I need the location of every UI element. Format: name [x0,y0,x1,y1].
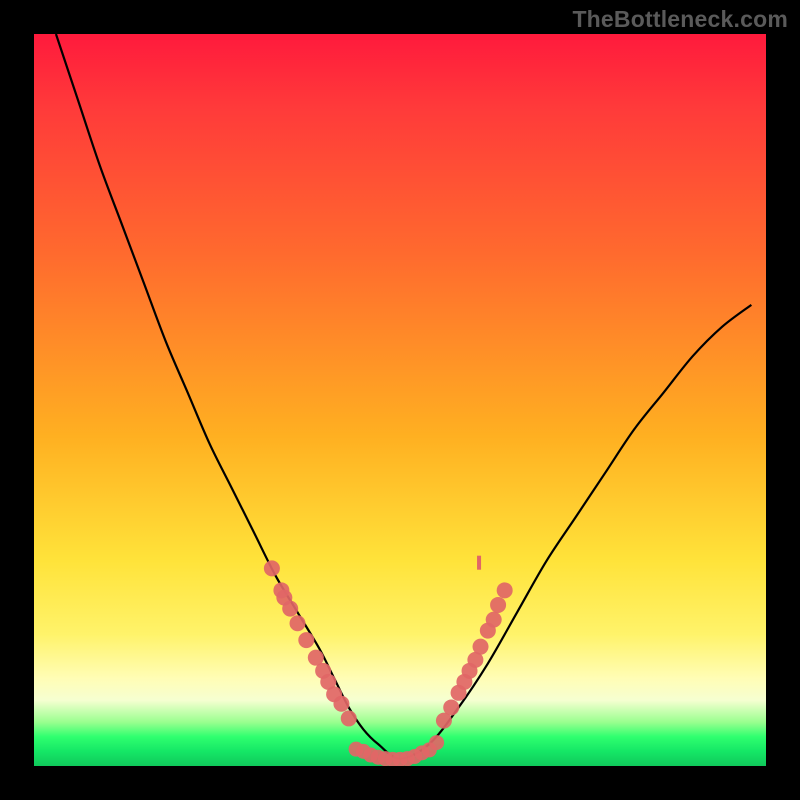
bottleneck-curve [56,34,751,759]
chart-frame: TheBottleneck.com [0,0,800,800]
chart-overlay [34,34,766,766]
data-dot [443,699,459,715]
data-dot [341,710,357,726]
dot-cluster-bottom [349,735,445,766]
dot-cluster-left [264,560,357,726]
data-dot [264,560,280,576]
data-dot [290,615,306,631]
data-dot [333,696,349,712]
data-dot [282,601,298,617]
data-dot [429,735,444,750]
data-dot [486,612,502,628]
data-dot [473,639,489,655]
watermark-text: TheBottleneck.com [572,6,788,33]
dot-cluster-right [436,582,513,728]
data-dot [497,582,513,598]
data-dot [298,632,314,648]
tick-rect [477,556,481,570]
data-dot [490,597,506,613]
tick-mark [477,556,481,570]
